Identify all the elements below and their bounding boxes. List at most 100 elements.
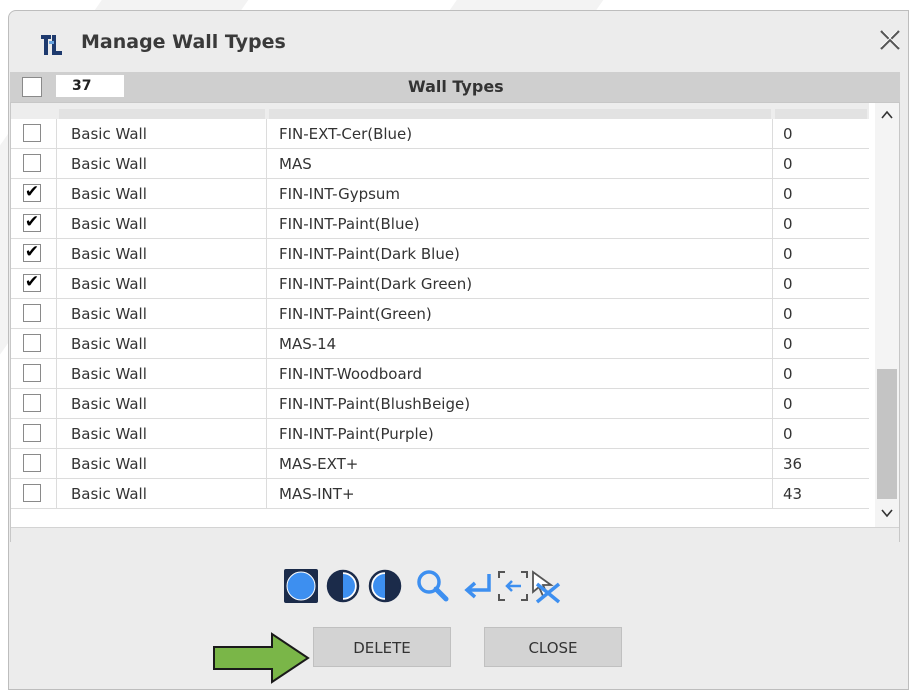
table-row[interactable]: Basic Wall FIN-INT-Paint(Green) 0 — [11, 299, 869, 329]
list-title: Wall Types — [408, 77, 504, 96]
row-checkbox-cell: ✔ — [11, 239, 57, 269]
family-cell: Basic Wall — [57, 149, 267, 179]
row-checkbox-cell — [11, 149, 57, 179]
type-name-cell: MAS-14 — [267, 329, 773, 359]
table-row[interactable]: Basic Wall MAS-14 0 — [11, 329, 869, 359]
table-row[interactable]: Basic Wall FIN-EXT-Cer(Blue) 0 — [11, 119, 869, 149]
type-name-cell: FIN-INT-Paint(Purple) — [267, 419, 773, 449]
family-cell: Basic Wall — [57, 209, 267, 239]
instance-count-cell: 0 — [783, 425, 793, 443]
delete-button[interactable]: DELETE — [313, 627, 451, 667]
type-name-cell: FIN-INT-Paint(BlushBeige) — [267, 389, 773, 419]
table-row[interactable]: Basic Wall FIN-INT-Woodboard 0 — [11, 359, 869, 389]
row-checkbox[interactable] — [23, 304, 41, 322]
family-cell: Basic Wall — [57, 389, 267, 419]
scroll-thumb[interactable] — [877, 369, 897, 499]
instance-count-cell: 36 — [783, 455, 803, 473]
close-icon[interactable] — [877, 27, 903, 53]
row-checkbox[interactable] — [23, 364, 41, 382]
select-half-right-icon[interactable] — [367, 568, 403, 604]
pointer-arrow — [213, 632, 310, 684]
family-cell: Basic Wall — [57, 179, 267, 209]
frame-select-icon[interactable] — [495, 568, 531, 604]
row-checkbox[interactable] — [23, 454, 41, 472]
title-bar: Manage Wall Types — [9, 11, 908, 79]
row-checkbox-cell — [11, 299, 57, 329]
family-cell: Basic Wall — [57, 269, 267, 299]
row-checkbox[interactable]: ✔ — [23, 184, 41, 202]
type-name-cell: FIN-INT-Paint(Dark Blue) — [267, 239, 773, 269]
table-row[interactable]: Basic Wall MAS 0 — [11, 149, 869, 179]
instance-count-cell: 43 — [783, 485, 803, 503]
instance-count-cell: 0 — [783, 125, 793, 143]
table-row[interactable]: Basic Wall FIN-INT-Paint(BlushBeige) 0 — [11, 389, 869, 419]
row-checkbox[interactable] — [23, 124, 41, 142]
column-header — [775, 109, 867, 119]
row-checkbox-cell — [11, 389, 57, 419]
family-cell: Basic Wall — [57, 299, 267, 329]
instance-count-cell: 0 — [783, 365, 793, 383]
type-name-cell: FIN-INT-Paint(Blue) — [267, 209, 773, 239]
row-checkbox-cell: ✔ — [11, 179, 57, 209]
instance-count-cell: 0 — [783, 305, 793, 323]
row-checkbox[interactable] — [23, 424, 41, 442]
row-checkbox-cell — [11, 119, 57, 149]
instance-count-cell: 0 — [783, 275, 793, 293]
instance-count-cell: 0 — [783, 245, 793, 263]
type-name-cell: FIN-INT-Woodboard — [267, 359, 773, 389]
row-checkbox[interactable] — [23, 334, 41, 352]
scroll-up-icon[interactable] — [875, 105, 899, 125]
table-row[interactable]: Basic Wall FIN-INT-Paint(Purple) 0 — [11, 419, 869, 449]
family-cell: Basic Wall — [57, 449, 267, 479]
table-row[interactable]: Basic Wall MAS-EXT+ 36 — [11, 449, 869, 479]
family-cell: Basic Wall — [57, 359, 267, 389]
app-logo-icon — [41, 35, 62, 55]
column-header-strip — [11, 103, 869, 119]
row-checkbox[interactable] — [23, 394, 41, 412]
type-name-cell: FIN-INT-Paint(Dark Green) — [267, 269, 773, 299]
row-checkbox[interactable]: ✔ — [23, 244, 41, 262]
list-header: 37 Wall Types — [10, 72, 900, 102]
row-checkbox[interactable]: ✔ — [23, 214, 41, 232]
select-all-checkbox[interactable] — [22, 77, 42, 97]
table-row[interactable]: ✔ Basic Wall FIN-INT-Paint(Dark Green) 0 — [11, 269, 869, 299]
table-row[interactable]: ✔ Basic Wall FIN-INT-Paint(Blue) 0 — [11, 209, 869, 239]
row-checkbox-cell — [11, 359, 57, 389]
column-header — [59, 109, 265, 119]
horizontal-scrollbar[interactable] — [11, 527, 899, 542]
vertical-scrollbar[interactable] — [875, 103, 899, 527]
instance-count-cell: 0 — [783, 215, 793, 233]
search-icon[interactable] — [415, 568, 451, 604]
select-half-left-icon[interactable] — [325, 568, 361, 604]
column-header — [269, 109, 771, 119]
close-button[interactable]: CLOSE — [484, 627, 622, 667]
table-row[interactable]: Basic Wall MAS-INT+ 43 — [11, 479, 869, 509]
wall-types-grid: Basic Wall FIN-EXT-Cer(Blue) 0 Basic Wall MA… — [10, 102, 900, 542]
instance-count-cell: 0 — [783, 395, 793, 413]
family-cell: Basic Wall — [57, 479, 267, 509]
dialog-title: Manage Wall Types — [81, 31, 286, 53]
family-cell: Basic Wall — [57, 119, 267, 149]
enter-arrow-icon[interactable] — [461, 568, 497, 604]
row-checkbox[interactable] — [23, 484, 41, 502]
row-checkbox-cell — [11, 449, 57, 479]
family-cell: Basic Wall — [57, 329, 267, 359]
type-name-cell: FIN-INT-Gypsum — [267, 179, 773, 209]
clear-selection-icon[interactable] — [529, 568, 565, 604]
type-name-cell: MAS — [267, 149, 773, 179]
family-cell: Basic Wall — [57, 239, 267, 269]
type-name-cell: MAS-EXT+ — [267, 449, 773, 479]
family-cell: Basic Wall — [57, 419, 267, 449]
instance-count-cell: 0 — [783, 155, 793, 173]
scroll-down-icon[interactable] — [875, 503, 899, 523]
table-row[interactable]: ✔ Basic Wall FIN-INT-Gypsum 0 — [11, 179, 869, 209]
table-row[interactable]: ✔ Basic Wall FIN-INT-Paint(Dark Blue) 0 — [11, 239, 869, 269]
row-checkbox[interactable] — [23, 154, 41, 172]
type-name-cell: MAS-INT+ — [267, 479, 773, 509]
count-field: 37 — [56, 75, 124, 97]
select-all-icon[interactable] — [283, 568, 319, 604]
instance-count-cell: 0 — [783, 335, 793, 353]
row-checkbox-cell: ✔ — [11, 269, 57, 299]
row-checkbox[interactable]: ✔ — [23, 274, 41, 292]
row-checkbox-cell: ✔ — [11, 209, 57, 239]
